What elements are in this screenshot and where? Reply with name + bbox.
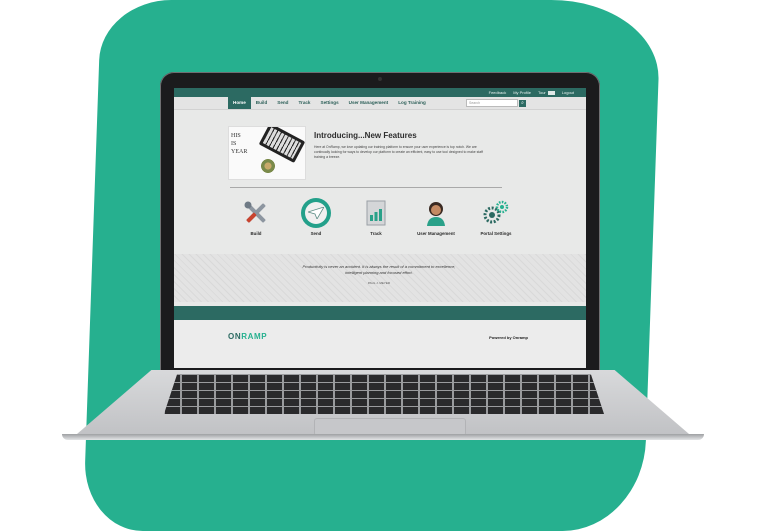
image-caption-line: IS	[231, 141, 237, 147]
image-caption-line: YEAR	[231, 149, 248, 155]
nav-send[interactable]: Send	[272, 97, 293, 109]
feature-image: HIS IS YEAR	[228, 126, 306, 180]
feedback-link[interactable]: Feedback	[489, 90, 507, 95]
my-profile-link[interactable]: My Profile	[513, 90, 531, 95]
nav-user-management[interactable]: User Management	[344, 97, 394, 109]
report-chart-icon	[361, 198, 391, 228]
tile-portal-settings-label: Portal Settings	[480, 231, 512, 236]
footer: ONRAMP Powered by Onramp	[174, 320, 586, 368]
tile-user-management-label: User Management	[417, 231, 455, 236]
search-input[interactable]: Search	[466, 99, 518, 107]
top-utility-bar: Feedback My Profile Tour Logout	[174, 88, 586, 97]
nav-log-training[interactable]: Log Training	[393, 97, 431, 109]
nav-settings[interactable]: Settings	[316, 97, 344, 109]
search-group: Search ⌕	[466, 99, 526, 107]
laptop-lid: Feedback My Profile Tour Logout Home Bui…	[160, 72, 600, 380]
tools-icon	[241, 198, 271, 228]
nav-build[interactable]: Build	[251, 97, 272, 109]
laptop-base-front	[62, 434, 704, 440]
tile-user-management[interactable]: User Management	[410, 198, 462, 236]
tile-build-label: Build	[250, 231, 262, 236]
nav-track[interactable]: Track	[293, 97, 315, 109]
main-nav: Home Build Send Track Settings User Mana…	[174, 97, 586, 110]
send-plane-icon	[301, 198, 331, 228]
logout-link[interactable]: Logout	[562, 90, 574, 95]
quote-text: Productivity is never an accident. It is…	[302, 264, 456, 275]
tile-send-label: Send	[310, 231, 322, 236]
gears-icon	[481, 198, 511, 228]
image-caption-line: HIS	[231, 133, 241, 139]
user-avatar-icon	[421, 198, 451, 228]
tile-track-label: Track	[370, 231, 382, 236]
feature-body: Here at OnRamp, we love updating our tra…	[314, 145, 483, 159]
quote-section: Productivity is never an accident. It is…	[174, 254, 586, 302]
tile-track[interactable]: Track	[350, 198, 402, 236]
logo-on: ON	[228, 332, 242, 341]
footer-band	[174, 306, 586, 320]
image-caption: HIS IS YEAR	[231, 132, 247, 156]
camera-icon	[378, 77, 382, 81]
feature-title: Introducing...New Features	[314, 131, 417, 140]
tile-send[interactable]: Send	[290, 198, 342, 236]
search-icon[interactable]: ⌕	[519, 99, 526, 107]
keyboard-rows	[164, 374, 604, 414]
tour-link[interactable]: Tour	[538, 90, 555, 95]
plant-photo	[259, 159, 277, 173]
laptop-screen: Feedback My Profile Tour Logout Home Bui…	[174, 88, 586, 368]
quote-author: PAUL J. MEYER	[367, 281, 391, 285]
tour-toggle[interactable]	[547, 90, 555, 95]
tile-portal-settings[interactable]: Portal Settings	[470, 198, 522, 236]
nav-home[interactable]: Home	[228, 97, 251, 109]
tile-build[interactable]: Build	[230, 198, 282, 236]
laptop-mockup: Feedback My Profile Tour Logout Home Bui…	[0, 0, 774, 531]
logo-ramp: RAMP	[241, 332, 268, 341]
feature-announcement: HIS IS YEAR Introducing...New Features H…	[228, 124, 504, 186]
powered-by-text: Powered by Onramp	[489, 335, 528, 340]
onramp-logo[interactable]: ONRAMP	[228, 332, 267, 341]
section-divider	[230, 187, 502, 188]
quick-actions: Build Send Track User Management Portal …	[230, 198, 530, 246]
tour-label: Tour	[537, 90, 546, 95]
